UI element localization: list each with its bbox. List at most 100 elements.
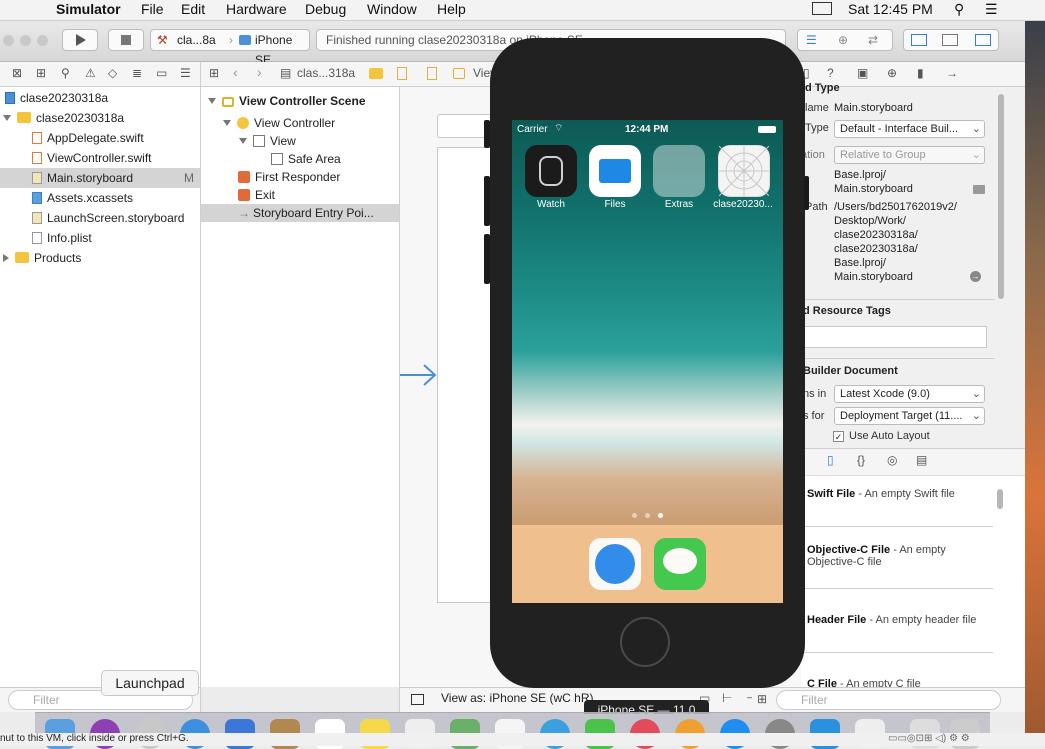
opens-in-popup[interactable]: Latest Xcode (9.0) ⌄ bbox=[834, 385, 985, 403]
close-window-icon[interactable] bbox=[3, 35, 14, 46]
library-item[interactable]: Swift File - An empty Swift file bbox=[807, 488, 997, 500]
choose-folder-icon[interactable] bbox=[973, 185, 985, 194]
volume-down-button[interactable] bbox=[484, 234, 490, 284]
forward-icon[interactable]: › bbox=[257, 64, 262, 80]
size-inspector-icon[interactable]: ▮ bbox=[917, 66, 924, 80]
library-scrollbar[interactable] bbox=[997, 489, 1003, 509]
outline-toggle-icon[interactable] bbox=[411, 694, 424, 705]
navigator-item[interactable]: LaunchScreen.storyboard bbox=[0, 208, 232, 228]
entry-point-arrow[interactable] bbox=[400, 362, 440, 390]
library-filter[interactable]: Filter bbox=[776, 690, 1001, 710]
outline-item[interactable]: Exit bbox=[238, 186, 275, 204]
outline-item[interactable]: View bbox=[239, 132, 296, 150]
volume-up-button[interactable] bbox=[484, 176, 490, 226]
breakpoint-navigator-icon[interactable]: ▭ bbox=[156, 66, 167, 80]
outline-item-selected[interactable]: → Storyboard Entry Poi... bbox=[201, 204, 399, 222]
menu-help[interactable]: Help bbox=[437, 1, 466, 17]
debug-navigator-icon[interactable]: ≣ bbox=[132, 66, 142, 80]
folder-icon[interactable] bbox=[369, 68, 383, 79]
menu-clock[interactable]: Sat 12:45 PM bbox=[848, 1, 933, 17]
navigator-item[interactable]: clase20230318a bbox=[0, 88, 205, 108]
navigator-item[interactable]: ViewController.swift bbox=[0, 148, 232, 168]
align-icon[interactable]: ⊢ bbox=[722, 691, 732, 705]
attributes-inspector-icon[interactable]: ⊕ bbox=[887, 66, 897, 80]
extras-folder-icon[interactable] bbox=[653, 145, 705, 197]
page-dot-active bbox=[658, 513, 663, 518]
menu-window[interactable]: Window bbox=[367, 1, 417, 17]
object-library-icon[interactable]: ◎ bbox=[887, 453, 897, 467]
vm-devices-icon[interactable]: ▭▭◎⊡⊞ ◁) ⚙ ⚙ bbox=[888, 733, 970, 744]
menu-hardware[interactable]: Hardware bbox=[226, 1, 287, 17]
menu-debug[interactable]: Debug bbox=[305, 1, 346, 17]
connections-inspector-icon[interactable]: → bbox=[946, 66, 958, 80]
inspector-scrollbar[interactable] bbox=[998, 94, 1004, 299]
full-path-line: Base.lproj/ bbox=[834, 257, 886, 269]
navigator-item[interactable]: Assets.xcassets bbox=[0, 188, 232, 208]
type-popup[interactable]: Default - Interface Buil... ⌄ bbox=[834, 120, 985, 138]
resource-tags-field[interactable] bbox=[804, 326, 987, 348]
location-popup[interactable]: Relative to Group ⌄ bbox=[834, 146, 985, 164]
test-navigator-icon[interactable]: ◇ bbox=[108, 66, 117, 80]
navigator-item[interactable]: Products bbox=[0, 248, 203, 268]
list-icon[interactable]: ☰ bbox=[985, 1, 998, 18]
version-editor-icon[interactable]: ⇄ bbox=[868, 33, 878, 47]
power-button[interactable] bbox=[804, 176, 809, 210]
navigator-item[interactable]: clase20230318a bbox=[0, 108, 203, 128]
back-icon[interactable]: ‹ bbox=[233, 64, 238, 80]
file-template-icon[interactable]: ▯ bbox=[827, 453, 834, 467]
minimize-window-icon[interactable] bbox=[20, 35, 31, 46]
safe-area-icon bbox=[271, 153, 283, 165]
name-value[interactable]: Main.storyboard bbox=[834, 102, 913, 114]
storyboard-crumb-icon[interactable] bbox=[397, 67, 407, 80]
identity-inspector-icon[interactable]: ▣ bbox=[857, 66, 868, 80]
snippet-icon[interactable]: {} bbox=[857, 453, 865, 467]
navigator-item[interactable]: AppDelegate.swift bbox=[0, 128, 232, 148]
search-icon[interactable]: ⚲ bbox=[954, 1, 964, 18]
run-button[interactable] bbox=[62, 29, 98, 51]
watch-app-icon[interactable] bbox=[525, 145, 577, 197]
help-inspector-icon[interactable]: ? bbox=[827, 66, 834, 80]
library-item[interactable]: Objective-C File - An empty Objective-C … bbox=[807, 544, 997, 568]
menu-app-name[interactable]: Simulator bbox=[56, 1, 121, 17]
stop-button[interactable] bbox=[108, 29, 144, 51]
outline-item[interactable]: Safe Area bbox=[271, 150, 341, 168]
related-items-icon[interactable]: ⊞ bbox=[209, 66, 219, 80]
clase-app-icon[interactable] bbox=[718, 145, 770, 197]
outline-item[interactable]: View Controller bbox=[223, 114, 335, 132]
find-navigator-icon[interactable]: ⚲ bbox=[61, 66, 70, 80]
menu-file[interactable]: File bbox=[141, 1, 164, 17]
view-as-label[interactable]: View as: iPhone SE (wC hR) bbox=[441, 691, 594, 705]
outline-item[interactable]: View Controller Scene bbox=[208, 92, 366, 110]
messages-app-icon[interactable] bbox=[654, 538, 706, 590]
zoom-window-icon[interactable] bbox=[37, 35, 48, 46]
builds-for-popup[interactable]: Deployment Target (11.... ⌄ bbox=[834, 407, 985, 425]
scheme-selector[interactable]: ⚒ cla...8a › iPhone SE bbox=[150, 29, 310, 67]
safari-app-icon[interactable] bbox=[589, 538, 641, 590]
media-library-icon[interactable]: ▤ bbox=[916, 453, 927, 467]
navigator-item[interactable]: Info.plist bbox=[0, 228, 232, 248]
reveal-in-finder-icon[interactable]: → bbox=[970, 271, 981, 282]
report-navigator-icon[interactable]: ☰ bbox=[180, 66, 191, 80]
home-button[interactable] bbox=[620, 617, 670, 667]
display-icon[interactable] bbox=[812, 2, 832, 15]
breadcrumb-project[interactable]: clas...318a bbox=[297, 66, 355, 80]
standard-editor-icon[interactable]: ☰ bbox=[806, 33, 817, 47]
outline-item[interactable]: First Responder bbox=[238, 168, 340, 186]
debug-toggle-icon[interactable] bbox=[942, 34, 958, 46]
files-app-icon[interactable] bbox=[589, 145, 641, 197]
base-crumb-icon[interactable] bbox=[427, 67, 437, 80]
scene-crumb-icon[interactable] bbox=[453, 68, 465, 79]
mute-switch[interactable] bbox=[484, 120, 490, 148]
navigator-toggle-icon[interactable] bbox=[911, 34, 927, 46]
symbol-navigator-icon[interactable]: ⊞ bbox=[36, 66, 46, 80]
library-item[interactable]: Header File - An empty header file bbox=[807, 614, 997, 626]
auto-layout-checkbox[interactable]: ✓ bbox=[833, 431, 844, 442]
grid-view-icon[interactable]: ⊞ bbox=[757, 692, 767, 706]
menu-edit[interactable]: Edit bbox=[181, 1, 205, 17]
navigator-item-selected[interactable]: Main.storyboard M bbox=[0, 168, 200, 188]
project-navigator-icon[interactable]: ⊠ bbox=[12, 66, 22, 80]
assistant-editor-icon[interactable]: ⊕ bbox=[838, 33, 848, 47]
issue-navigator-icon[interactable]: ⚠ bbox=[85, 66, 96, 80]
library-item[interactable]: C File - An empty C file bbox=[807, 678, 997, 687]
inspector-toggle-icon[interactable] bbox=[975, 34, 991, 46]
